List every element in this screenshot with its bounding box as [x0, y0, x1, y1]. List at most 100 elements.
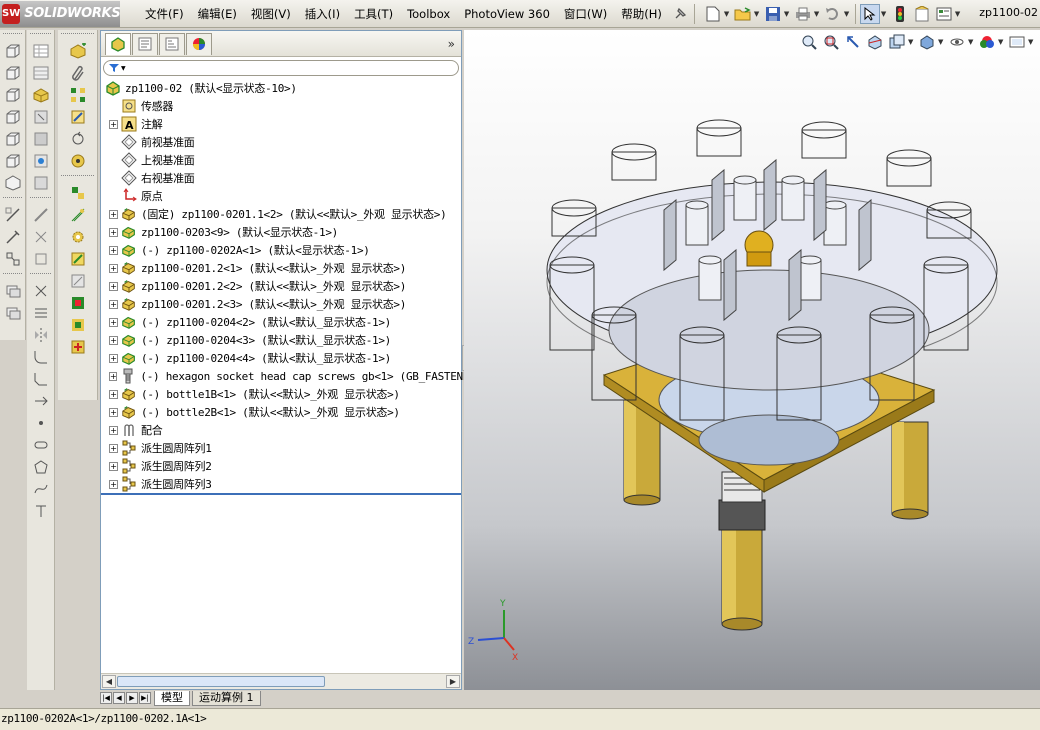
tree-node[interactable]: + (-) zp1100-0204<2> (默认<默认_显示状态-1>) — [105, 313, 461, 331]
expand-panel-icon[interactable]: » — [448, 37, 455, 51]
menu-window[interactable]: 窗口(W) — [557, 3, 614, 25]
toolbar-grip[interactable] — [30, 273, 51, 277]
mate-paperclip-icon[interactable] — [67, 62, 89, 84]
scrollbar-thumb[interactable] — [117, 676, 325, 687]
expand-toggle-icon[interactable]: + — [109, 263, 118, 273]
sketch-tool2-icon[interactable] — [30, 226, 52, 248]
menu-photoview[interactable]: PhotoView 360 — [457, 3, 557, 25]
interference-icon[interactable] — [67, 270, 89, 292]
expand-toggle-icon[interactable]: + — [109, 281, 118, 291]
options-dropdown-icon[interactable]: ▼ — [955, 10, 963, 18]
edit-component-icon[interactable] — [67, 106, 89, 128]
view-top-icon[interactable] — [2, 128, 24, 150]
expand-toggle-icon[interactable]: + — [109, 353, 118, 363]
mate-tool-icon[interactable] — [30, 106, 52, 128]
move-component-icon[interactable] — [30, 172, 52, 194]
layer-icon[interactable] — [2, 280, 24, 302]
tree-node[interactable]: + zp1100-0201.2<3> (默认<<默认>_外观 显示状态>) — [105, 295, 461, 313]
tree-node[interactable]: + (-) zp1100-0204<3> (默认<默认_显示状态-1>) — [105, 331, 461, 349]
expand-toggle-icon[interactable]: + — [109, 389, 118, 399]
file-properties-icon[interactable] — [912, 4, 932, 24]
tree-node[interactable]: + zp1100-0201.2<1> (默认<<默认>_外观 显示状态>) — [105, 259, 461, 277]
toolbar-grip[interactable] — [61, 175, 94, 179]
expand-toggle-icon[interactable]: + — [109, 209, 118, 219]
table-icon[interactable] — [30, 40, 52, 62]
toolbar-grip[interactable] — [61, 33, 94, 37]
tab-configuration-manager[interactable] — [159, 32, 185, 55]
expand-toggle-icon[interactable]: + — [109, 443, 118, 453]
toolbar-grip[interactable] — [3, 197, 22, 201]
tree-node[interactable]: 传感器 — [105, 97, 461, 115]
component-pattern-icon[interactable] — [67, 84, 89, 106]
select-arrow-icon[interactable] — [859, 3, 880, 24]
sketch-fillet-icon[interactable] — [30, 346, 52, 368]
sketch-point-icon[interactable] — [30, 412, 52, 434]
tab-feature-tree[interactable] — [105, 32, 131, 55]
tab-next-icon[interactable]: ▶ — [126, 692, 138, 704]
tab-property-manager[interactable] — [132, 32, 158, 55]
save-dropdown-icon[interactable]: ▼ — [784, 10, 792, 18]
view-front-icon[interactable] — [2, 40, 24, 62]
new-dropdown-icon[interactable]: ▼ — [724, 10, 732, 18]
open-dropdown-icon[interactable]: ▼ — [754, 10, 762, 18]
add-feature-icon[interactable] — [67, 336, 89, 358]
undo-dropdown-icon[interactable]: ▼ — [844, 10, 852, 18]
options-icon[interactable] — [934, 4, 954, 24]
assembly-features-icon[interactable] — [67, 292, 89, 314]
toolbar-grip[interactable] — [3, 33, 22, 37]
tree-node[interactable]: + 派生圆周阵列3 — [105, 475, 461, 493]
expand-toggle-icon[interactable]: + — [109, 119, 118, 129]
pin-menu-icon[interactable] — [670, 4, 690, 24]
reference-geometry-icon[interactable] — [67, 204, 89, 226]
expand-toggle-icon[interactable]: + — [109, 425, 118, 435]
tree-node[interactable]: + 派生圆周阵列1 — [105, 439, 461, 457]
tree-node[interactable]: + (-) zp1100-0204<4> (默认<默认_显示状态-1>) — [105, 349, 461, 367]
tree-node[interactable]: + (固定) zp1100-0201.1<2> (默认<<默认>_外观 显示状态>… — [105, 205, 461, 223]
tree-node[interactable]: + (-) zp1100-0202A<1> (默认<显示状态-1>) — [105, 241, 461, 259]
view-bottom-icon[interactable] — [2, 150, 24, 172]
tree-node[interactable]: + (-) bottle2B<1> (默认<<默认>_外观 显示状态>) — [105, 403, 461, 421]
tree-node[interactable]: 右视基准面 — [105, 169, 461, 187]
move-rotate-icon[interactable] — [67, 128, 89, 150]
print-icon[interactable] — [793, 4, 813, 24]
explode-view-icon[interactable] — [67, 182, 89, 204]
tree-node[interactable]: + A 注解 — [105, 115, 461, 133]
gear-icon[interactable] — [67, 226, 89, 248]
expand-toggle-icon[interactable]: + — [109, 245, 118, 255]
menu-tools[interactable]: 工具(T) — [347, 3, 400, 25]
tree-node[interactable]: 前视基准面 — [105, 133, 461, 151]
select-dropdown-icon[interactable]: ▼ — [881, 10, 889, 18]
view-left-icon[interactable] — [2, 84, 24, 106]
insert-component-icon[interactable] — [30, 84, 52, 106]
smart-fasteners-icon[interactable] — [30, 150, 52, 172]
view-back-icon[interactable] — [2, 62, 24, 84]
tab-first-icon[interactable]: |◀ — [100, 692, 112, 704]
sketch-polygon-icon[interactable] — [30, 456, 52, 478]
linear-pattern-icon[interactable] — [30, 128, 52, 150]
tab-model[interactable]: 模型 — [154, 690, 190, 706]
tab-last-icon[interactable]: ▶| — [139, 692, 151, 704]
tree-node[interactable]: + 派生圆周阵列2 — [105, 457, 461, 475]
menu-help[interactable]: 帮助(H) — [614, 3, 669, 25]
layer2-icon[interactable] — [2, 302, 24, 324]
horizontal-scrollbar[interactable]: ◀ ▶ — [101, 673, 461, 689]
filter-dropdown-icon[interactable]: ▼ — [121, 65, 126, 72]
toolbar-grip[interactable] — [30, 197, 51, 201]
panel-divider[interactable] — [101, 493, 461, 495]
undo-icon[interactable] — [823, 4, 843, 24]
sketch-text-icon[interactable] — [30, 500, 52, 522]
sketch-extend-icon[interactable] — [30, 390, 52, 412]
insert-components-icon[interactable] — [67, 40, 89, 62]
bom-table-icon[interactable] — [67, 314, 89, 336]
save-icon[interactable] — [763, 4, 783, 24]
offset-icon[interactable] — [30, 302, 52, 324]
tree-node[interactable]: + zp1100-0203<9> (默认<显示状态-1>) — [105, 223, 461, 241]
menu-edit[interactable]: 编辑(E) — [191, 3, 244, 25]
view-isometric-icon[interactable] — [2, 172, 24, 194]
sketch-smart-dim-icon[interactable] — [2, 226, 24, 248]
expand-toggle-icon[interactable]: + — [109, 227, 118, 237]
scroll-right-icon[interactable]: ▶ — [446, 675, 460, 688]
sketch-relations-icon[interactable] — [2, 248, 24, 270]
solidworks-logo[interactable]: SW SOLIDWORKS — [0, 0, 121, 27]
expand-toggle-icon[interactable]: + — [109, 461, 118, 471]
